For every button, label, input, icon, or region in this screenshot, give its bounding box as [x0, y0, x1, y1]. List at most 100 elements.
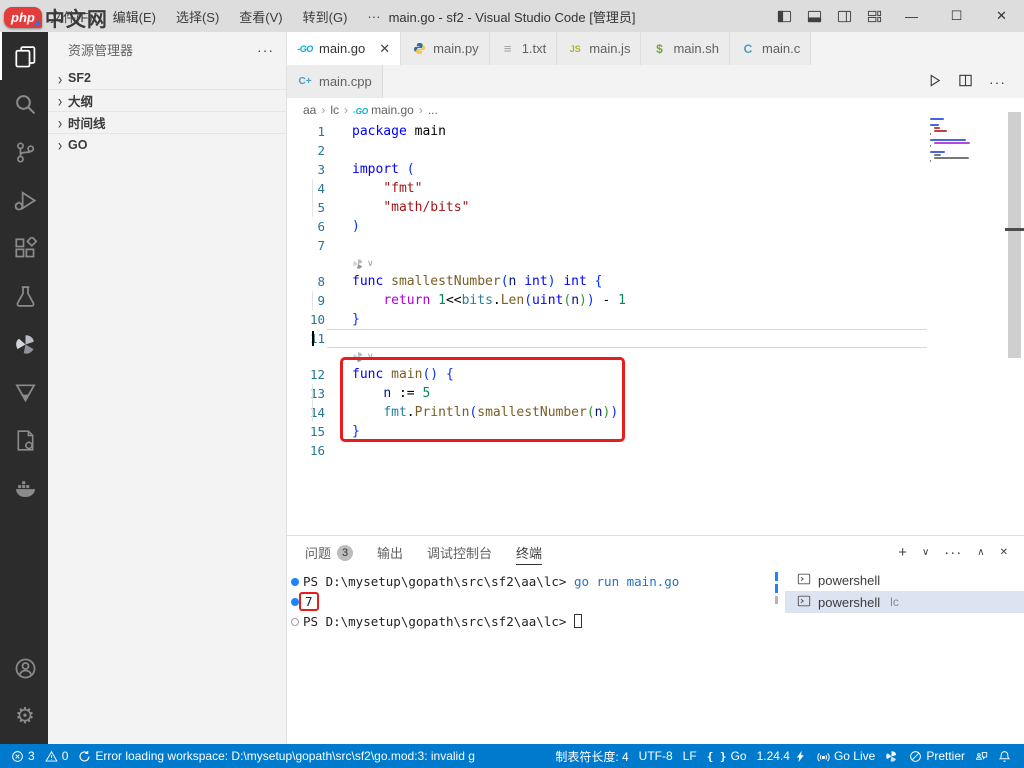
breadcrumb[interactable]: aa › lc › -GO main.go ›...	[287, 98, 1024, 122]
statusbar-prettier[interactable]: Prettier	[904, 749, 970, 763]
terminal-list-item-1[interactable]: powershell	[785, 569, 1024, 591]
lingma-icon	[885, 750, 899, 763]
code-text: )	[352, 219, 360, 234]
minimap-line	[930, 139, 966, 141]
statusbar-go-live[interactable]: Go Live	[812, 749, 880, 763]
statusbar-1-24-4[interactable]: 1.24.4	[752, 749, 812, 763]
code-area[interactable]: 1 package main 2 3 import (4 "fmt" 5 "math/bi…	[287, 122, 1024, 535]
activity-explorer-icon[interactable]	[0, 32, 48, 80]
command-decoration-empty[interactable]	[291, 618, 299, 626]
toggle-panel-icon[interactable]	[799, 0, 829, 32]
maximize-button[interactable]: ☐	[934, 0, 979, 32]
sidebar-section-大纲[interactable]: › 大纲	[48, 89, 286, 111]
close-icon[interactable]: ✕	[1000, 547, 1008, 558]
indent-guide	[312, 384, 313, 403]
statusbar-go[interactable]: { } Go	[702, 749, 752, 763]
terminal-list-item-2[interactable]: powershell lc	[785, 591, 1024, 613]
menu-item-2[interactable]: 编辑(E)	[103, 0, 166, 32]
activity-search-icon[interactable]	[0, 80, 48, 128]
sidebar-section-SF2[interactable]: › SF2	[48, 67, 286, 89]
command-decoration-filled[interactable]	[291, 578, 299, 586]
shell-file-icon: $	[656, 41, 663, 56]
broadcast-icon	[817, 750, 830, 763]
sidebar-section-GO[interactable]: › GO	[48, 133, 286, 155]
panel-tab-调试控制台[interactable]: 调试控制台	[427, 536, 492, 569]
dropdown-icon[interactable]: ∨	[922, 547, 929, 558]
code-line-9: 9 return 1<<bits.Len(uint(n)) - 1	[287, 291, 927, 310]
tab-1.txt[interactable]: ≡ 1.txt	[489, 32, 558, 65]
tab-main.go[interactable]: -GO main.go ✕	[287, 32, 402, 65]
more-icon[interactable]: ···	[944, 544, 962, 561]
line-number: 5	[317, 200, 325, 215]
tab-label: main.c	[761, 41, 801, 56]
statusbar-feedback[interactable]	[970, 750, 993, 763]
breadcrumb-item-aa[interactable]: aa	[303, 103, 316, 117]
code-line-1: 1 package main	[287, 122, 927, 141]
bell-icon	[998, 750, 1011, 763]
php-cn-watermark-logo: php 中文网	[4, 3, 108, 32]
indent-guide	[312, 179, 313, 198]
close-button[interactable]: ✕	[979, 0, 1024, 32]
panel-tab-问题[interactable]: 问题 3	[305, 536, 354, 569]
customize-layout-icon[interactable]	[859, 0, 889, 32]
sidebar-section-label: GO	[68, 137, 88, 152]
more-actions-icon[interactable]: ···	[989, 74, 1006, 90]
menu-item-3[interactable]: 选择(S)	[166, 0, 229, 32]
run-button[interactable]	[927, 73, 942, 91]
txt-file-icon: ≡	[503, 41, 512, 56]
statusbar-warning-left-2[interactable]: 0	[40, 749, 74, 763]
panel-tab-终端[interactable]: 终端	[516, 536, 543, 569]
statusbar-lingma[interactable]	[880, 750, 904, 763]
activity-task-runner-icon[interactable]	[0, 416, 48, 464]
activity-lingma-icon[interactable]	[0, 320, 48, 368]
minimap[interactable]	[930, 118, 971, 166]
line-number: 16	[309, 443, 325, 458]
split-editor-icon[interactable]	[958, 73, 973, 91]
tab-main.py[interactable]: main.py	[401, 32, 490, 65]
editor-area[interactable]: -GO main.go ✕ main.py ≡ 1.txt JS main.js $ main.s…	[287, 32, 1024, 535]
new-terminal-icon[interactable]: +	[898, 544, 907, 561]
toggle-sidebar-icon[interactable]	[769, 0, 799, 32]
panel-tab-输出[interactable]: 输出	[377, 536, 403, 569]
tab-main.c[interactable]: Cmain.c	[729, 32, 812, 65]
statusbar-制表符长度-4[interactable]: 制表符长度: 4	[550, 748, 633, 765]
toggle-secondary-sidebar-icon[interactable]	[829, 0, 859, 32]
ai-codelens-button[interactable]: ∨	[287, 255, 1024, 272]
editor-scrollbar[interactable]	[1008, 112, 1021, 358]
code-text: func smallestNumber(n int) int {	[352, 274, 603, 289]
statusbar-bell[interactable]	[993, 750, 1016, 763]
sidebar-section-时间线[interactable]: › 时间线	[48, 111, 286, 133]
menu-item-4[interactable]: 查看(V)	[229, 0, 292, 32]
statusbar-sync-left-3[interactable]: Error loading workspace: D:\mysetup\gopa…	[73, 749, 480, 763]
statusbar-error-left-1[interactable]: 3	[6, 749, 40, 763]
activity-extensions-icon[interactable]	[0, 224, 48, 272]
problems-count-badge: 3	[337, 544, 354, 561]
minimize-button[interactable]: —	[889, 0, 934, 32]
activity-accounts-icon[interactable]	[0, 644, 48, 692]
activity-live-server-icon[interactable]	[0, 368, 48, 416]
breadcrumb-item-main.go[interactable]: -GO main.go	[353, 103, 414, 117]
activity-source-control-icon[interactable]	[0, 128, 48, 176]
menu-item-6[interactable]: ···	[357, 0, 390, 32]
tab-main.sh[interactable]: $ main.sh	[641, 32, 730, 65]
terminal-output[interactable]: PS D:\mysetup\gopath\src\sf2\aa\lc> go r…	[287, 572, 777, 632]
activity-docker-icon[interactable]	[0, 464, 48, 512]
tab-close-icon[interactable]: ✕	[379, 41, 390, 57]
activity-bar: ⚙	[0, 32, 48, 744]
maximize-icon[interactable]: ∧	[977, 547, 984, 558]
activity-run-debug-icon[interactable]	[0, 176, 48, 224]
tab-main.cpp[interactable]: C+ main.cpp	[287, 65, 383, 98]
breadcrumb-item-lc[interactable]: lc	[330, 103, 339, 117]
menu-item-5[interactable]: 转到(G)	[293, 0, 358, 32]
statusbar-lf[interactable]: LF	[678, 749, 702, 763]
sidebar-title: 资源管理器	[68, 43, 134, 58]
sidebar-more-button[interactable]: ···	[257, 42, 274, 58]
statusbar-right: 制表符长度: 4 UTF-8 LF{ } Go 1.24.4 Go Live Prettie…	[550, 748, 1024, 765]
statusbar-utf-8[interactable]: UTF-8	[634, 749, 678, 763]
tab-main.js[interactable]: JS main.js	[557, 32, 642, 65]
activity-testing-icon[interactable]	[0, 272, 48, 320]
red-annotation-box-output: 7	[299, 592, 319, 611]
command-decoration-filled[interactable]	[291, 598, 299, 606]
activity-settings-icon[interactable]: ⚙	[0, 692, 48, 740]
breadcrumb-item-...[interactable]: ...	[428, 103, 438, 117]
